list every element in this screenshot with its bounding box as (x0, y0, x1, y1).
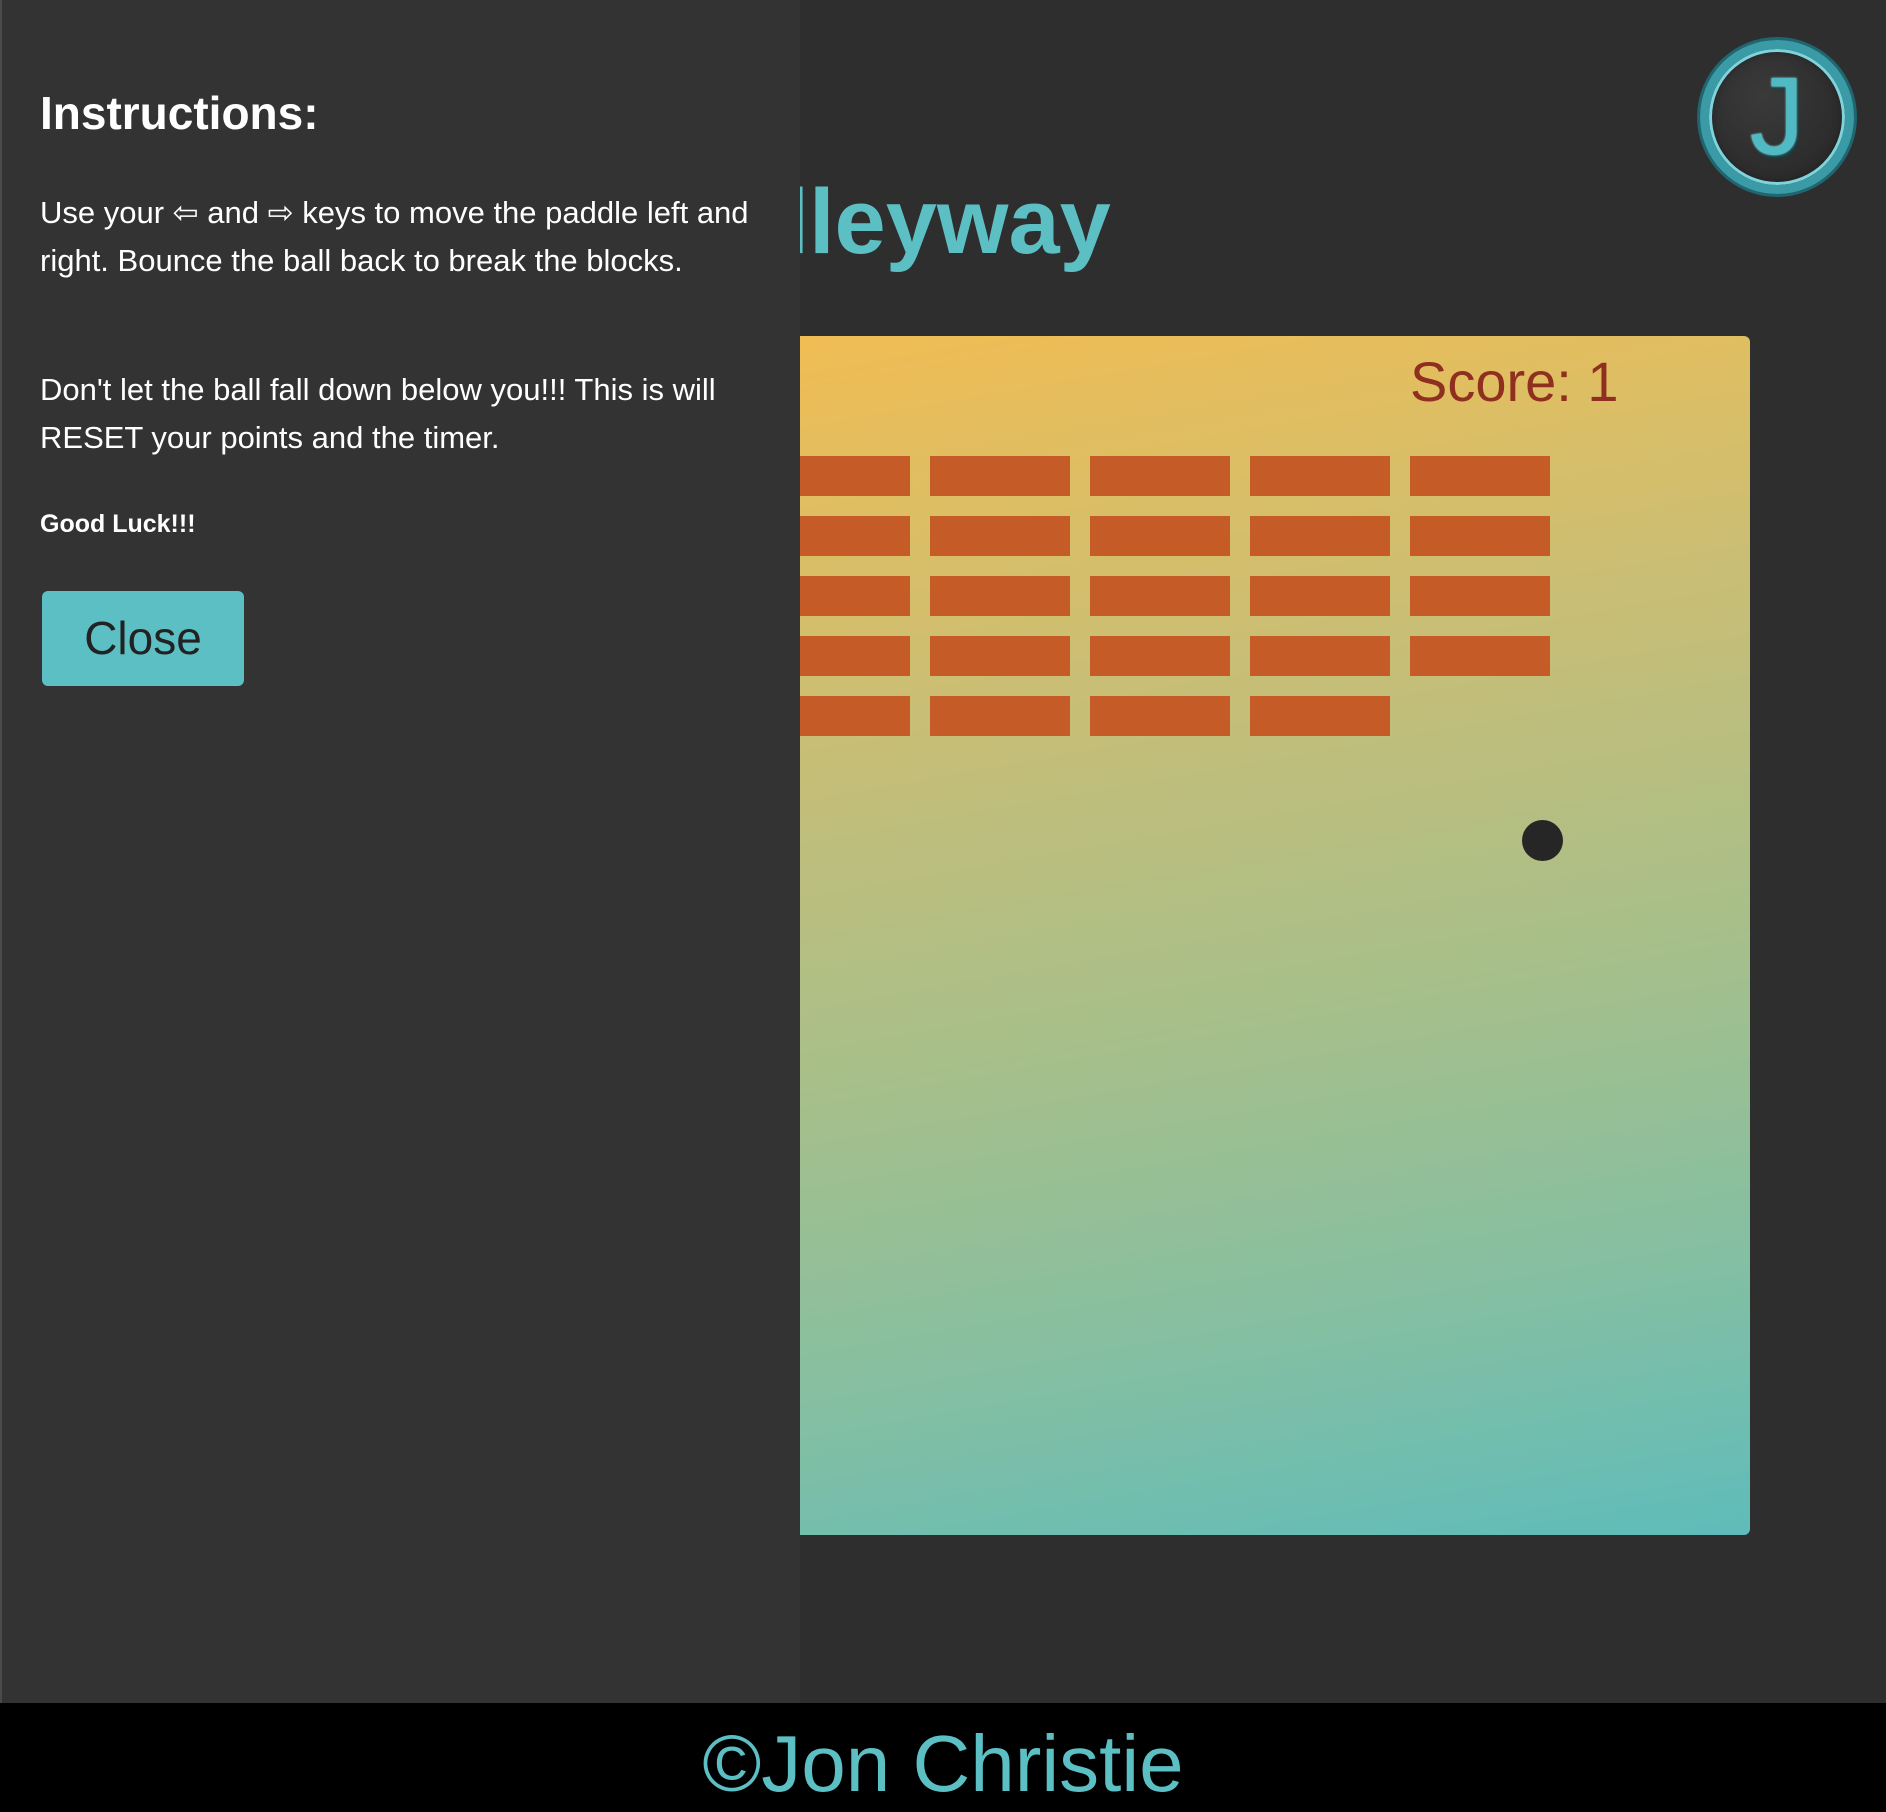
score-display: Score: 1 (1410, 354, 1619, 410)
score-label: Score: (1410, 350, 1572, 413)
footer-copyright: ©Jon Christie (702, 1718, 1184, 1808)
controls-text-and: and (198, 195, 268, 230)
brick (1090, 456, 1230, 496)
brick (930, 516, 1070, 556)
brick (1090, 696, 1230, 736)
brick (1410, 456, 1550, 496)
close-button[interactable]: Close (42, 591, 244, 686)
footer: ©Jon Christie (0, 1703, 1886, 1812)
brick (1090, 636, 1230, 676)
instructions-warning-text: Don't let the ball fall down below you!!… (40, 372, 716, 455)
left-arrow-icon: ⇦ (172, 195, 199, 230)
instructions-good-luck: Good Luck!!! (40, 510, 196, 538)
brick (1250, 636, 1390, 676)
logo-letter: J (1749, 55, 1805, 178)
instructions-controls-text: Use your ⇦ and ⇨ keys to move the paddle… (40, 189, 760, 285)
brick (1090, 576, 1230, 616)
score-value: 1 (1587, 350, 1619, 413)
instructions-heading: Instructions: (40, 87, 319, 139)
brick (1090, 516, 1230, 556)
brick (1410, 636, 1550, 676)
logo: J (1700, 40, 1854, 194)
brick (930, 576, 1070, 616)
brick (1250, 696, 1390, 736)
brick (1410, 576, 1550, 616)
brick (930, 636, 1070, 676)
brick (1250, 576, 1390, 616)
right-arrow-icon: ⇨ (267, 195, 294, 230)
game-board[interactable]: Score: 1 (710, 336, 1750, 1535)
brick (930, 696, 1070, 736)
instructions-panel: Instructions: Use your ⇦ and ⇨ keys to m… (0, 0, 800, 1703)
brick (1250, 516, 1390, 556)
brick (1410, 516, 1550, 556)
brick (930, 456, 1070, 496)
controls-text-start: Use your (40, 195, 173, 230)
brick (1250, 456, 1390, 496)
ball (1522, 820, 1563, 861)
